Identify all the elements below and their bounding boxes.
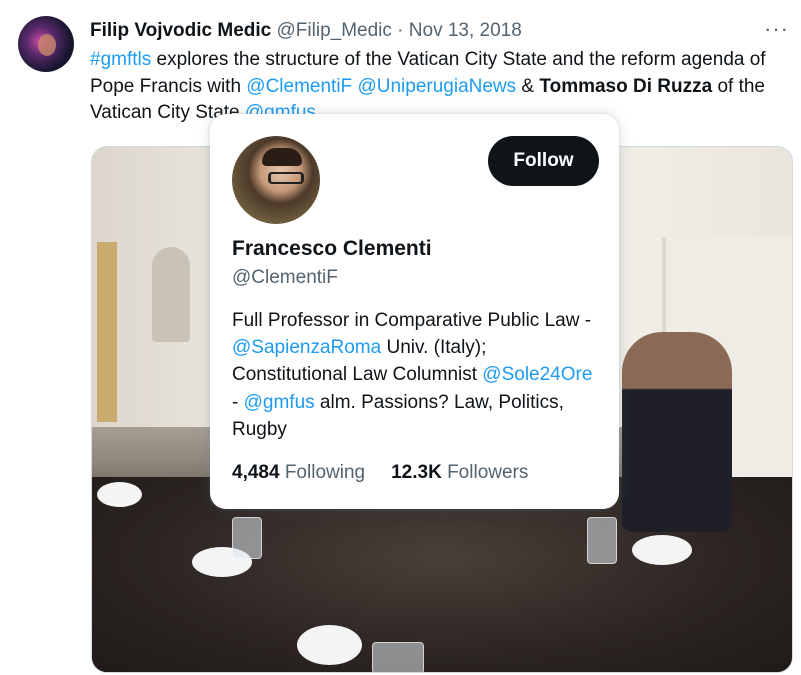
separator-dot: · bbox=[397, 20, 404, 41]
bio-text: - bbox=[232, 391, 244, 413]
tweet-text-amp: & bbox=[516, 75, 540, 97]
profile-handle[interactable]: @ClementiF bbox=[232, 267, 338, 289]
hashtag-link[interactable]: #gmftls bbox=[90, 49, 151, 70]
tweet-date[interactable]: Nov 13, 2018 bbox=[409, 20, 522, 41]
author-handle[interactable]: @Filip_Medic bbox=[277, 20, 392, 41]
followers-stat[interactable]: 12.3K Followers bbox=[391, 462, 528, 483]
bio-mention-link[interactable]: @SapienzaRoma bbox=[232, 337, 381, 358]
photo-cup bbox=[632, 535, 692, 565]
following-label: Following bbox=[284, 462, 366, 483]
photo-statue bbox=[152, 247, 190, 342]
mention-link[interactable]: @ClementiF bbox=[246, 76, 352, 97]
followers-label: Followers bbox=[447, 462, 529, 483]
bold-name: Tommaso Di Ruzza bbox=[539, 75, 713, 97]
photo-column bbox=[97, 242, 117, 422]
photo-glass bbox=[372, 642, 424, 672]
photo-glass bbox=[587, 517, 617, 564]
followers-count: 12.3K bbox=[391, 462, 442, 483]
bio-mention-link[interactable]: @Sole24Ore bbox=[482, 364, 592, 385]
photo-cup bbox=[297, 625, 362, 665]
author-avatar[interactable] bbox=[18, 16, 74, 72]
mention-link[interactable]: @UniperugiaNews bbox=[357, 76, 516, 97]
bio-text: Full Professor in Comparative Public Law… bbox=[232, 310, 592, 331]
author-name[interactable]: Filip Vojvodic Medic bbox=[90, 20, 271, 41]
profile-bio: Full Professor in Comparative Public Law… bbox=[232, 307, 602, 443]
follow-button[interactable]: Follow bbox=[488, 136, 599, 186]
profile-avatar[interactable] bbox=[232, 136, 320, 224]
photo-person bbox=[622, 332, 732, 532]
photo-glass bbox=[232, 517, 262, 559]
bio-mention-link[interactable]: @gmfus bbox=[244, 392, 315, 413]
tweet-header: Filip Vojvodic Medic @Filip_Medic · Nov … bbox=[90, 20, 522, 42]
profile-stats: 4,484 Following 12.3K Followers bbox=[232, 462, 528, 484]
profile-name[interactable]: Francesco Clementi bbox=[232, 237, 432, 261]
profile-hover-card: Follow Francesco Clementi @ClementiF Ful… bbox=[210, 114, 619, 509]
following-stat[interactable]: 4,484 Following bbox=[232, 462, 365, 483]
photo-cup bbox=[97, 482, 142, 507]
following-count: 4,484 bbox=[232, 462, 280, 483]
more-options-icon[interactable]: ··· bbox=[764, 16, 789, 42]
